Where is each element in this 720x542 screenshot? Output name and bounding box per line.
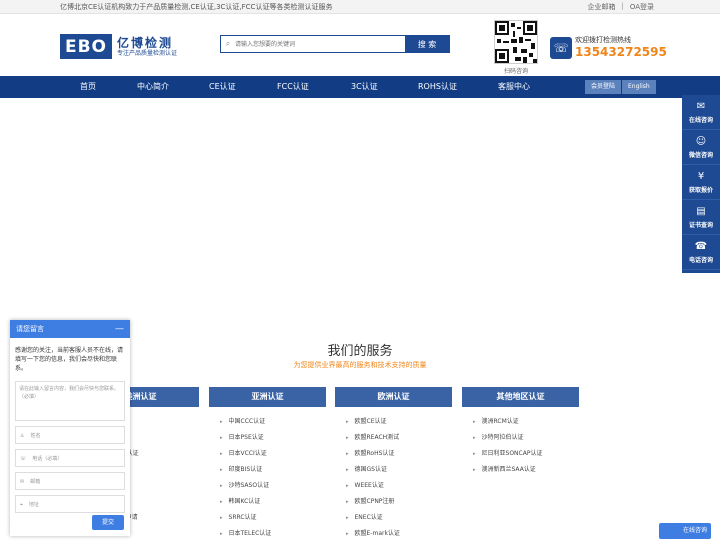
submit-button[interactable]: 提交 <box>92 515 124 530</box>
nav-rohs[interactable]: ROHS认证 <box>418 76 457 98</box>
english-button[interactable]: English <box>622 80 656 94</box>
yen-icon: ¥ <box>697 170 705 182</box>
chat-header: 请您留言 — <box>10 320 130 338</box>
location-icon: ⌖ <box>20 502 23 508</box>
top-links: 企业邮箱 | OA登录 <box>587 2 654 12</box>
list-item[interactable]: 欧盟RoHS认证 <box>346 446 400 462</box>
name-field[interactable]: ♙ 姓名 <box>15 426 125 444</box>
qr-caption: 扫码咨询 <box>503 68 528 75</box>
oa-login-link[interactable]: OA登录 <box>630 2 654 12</box>
qr-code <box>494 20 538 64</box>
main-nav: 首页 中心简介 CE认证 FCC认证 3C认证 ROHS认证 客服中心 会员登陆… <box>0 76 720 98</box>
sidebar-item-online[interactable]: ✉ 在线咨询 <box>682 95 720 130</box>
chat-message: 感谢您的关注，当前客服人员不在线，请填写一下您的信息，我们会尽快和您联系。 <box>15 347 124 372</box>
list-item[interactable]: 印度BIS认证 <box>220 462 271 478</box>
list-item[interactable]: 澳洲新西兰SAA认证 <box>473 462 542 478</box>
chat-icon: ✉ <box>696 100 706 112</box>
tab-asia[interactable]: 亚洲认证 <box>209 387 326 407</box>
tab-other[interactable]: 其他地区认证 <box>462 387 579 407</box>
search-icon: ⌕ <box>225 39 231 48</box>
email-field[interactable]: ✉ 邮箱 <box>15 472 125 490</box>
nav-home[interactable]: 首页 <box>80 76 96 98</box>
minimize-icon[interactable]: — <box>115 320 124 338</box>
list-item[interactable]: 日本PSE认证 <box>220 430 271 446</box>
top-links-separator: | <box>621 2 624 10</box>
sidebar-item-wechat[interactable]: ☺ 微信咨询 <box>682 130 720 165</box>
list-item[interactable]: 欧盟CE认证 <box>346 414 400 430</box>
europe-list: 欧盟CE认证 欧盟REACH测试 欧盟RoHS认证 德国GS认证 WEEE认证 … <box>346 414 400 542</box>
message-textarea[interactable]: 请在此输入留言内容，我们会尽快与您联系。（必填） <box>15 381 125 421</box>
online-consult-button[interactable]: 在线咨询 <box>659 523 711 539</box>
search-button[interactable]: 搜 索 <box>405 36 449 52</box>
nav-ce[interactable]: CE认证 <box>209 76 236 98</box>
nav-service[interactable]: 客服中心 <box>498 76 530 98</box>
other-list: 澳洲RCM认证 沙特阿拉伯认证 尼日利亚SONCAP认证 澳洲新西兰SAA认证 <box>473 414 543 478</box>
phone-field[interactable]: ☏ 电话（必填） <box>15 449 125 467</box>
site-slogan: 亿博北京CE认证机构致力于产品质量检测,CE认证,3C认证,FCC认证等各类检测… <box>60 3 333 11</box>
list-item[interactable]: 德国GS认证 <box>346 462 400 478</box>
list-item[interactable]: 澳洲RCM认证 <box>473 414 542 430</box>
address-field[interactable]: ⌖ 地址 <box>15 495 125 513</box>
mail-icon: ✉ <box>20 479 25 485</box>
chat-title: 请您留言 <box>16 325 44 333</box>
list-item[interactable]: 中国CCC认证 <box>220 414 271 430</box>
hotline-label: 欢迎拨打检测热线 <box>575 36 631 44</box>
nav-3c[interactable]: 3C认证 <box>351 76 378 98</box>
floating-sidebar: ✉ 在线咨询 ☺ 微信咨询 ¥ 获取报价 ▤ 证书查询 ☎ 电话咨询 <box>682 95 720 273</box>
phone-icon: ☎ <box>694 240 708 252</box>
user-icon: ♙ <box>20 433 25 439</box>
nav-fcc[interactable]: FCC认证 <box>277 76 309 98</box>
nav-about[interactable]: 中心简介 <box>137 76 169 98</box>
logo-tagline: 专注产品质量检测认证 <box>117 49 178 57</box>
list-item[interactable]: ENEC认证 <box>346 510 400 526</box>
search-bar: ⌕ 搜 索 <box>220 35 450 53</box>
list-item[interactable]: 沙特阿拉伯认证 <box>473 430 542 446</box>
logo-mark: EBO <box>60 34 112 59</box>
list-item[interactable]: SRRC认证 <box>220 510 271 526</box>
site-logo[interactable]: EBO 亿博检测 专注产品质量检测认证 <box>60 34 177 59</box>
asia-list: 中国CCC认证 日本PSE认证 日本VCCI认证 印度BIS认证 沙特SASO认… <box>220 414 272 542</box>
hotline: ☏ 欢迎拨打检测热线 13543272595 <box>550 36 667 59</box>
list-item[interactable]: 韩国KC认证 <box>220 494 271 510</box>
sidebar-item-cert[interactable]: ▤ 证书查询 <box>682 200 720 235</box>
list-item[interactable]: 欧盟CPNP注册 <box>346 494 400 510</box>
phone-icon: ☏ <box>550 36 572 59</box>
tab-europe[interactable]: 欧洲认证 <box>335 387 452 407</box>
member-login-button[interactable]: 会员登陆 <box>585 80 622 94</box>
phone-icon: ☏ <box>20 456 27 462</box>
chat-widget: 请您留言 — 感谢您的关注，当前客服人员不在线，请填写一下您的信息，我们会尽快和… <box>10 320 130 536</box>
wechat-icon: ☺ <box>695 135 707 147</box>
corporate-mail-link[interactable]: 企业邮箱 <box>587 2 615 12</box>
top-bar: 亿博北京CE认证机构致力于产品质量检测,CE认证,3C认证,FCC认证等各类检测… <box>0 0 720 14</box>
list-item[interactable]: 沙特SASO认证 <box>220 478 271 494</box>
sidebar-item-quote[interactable]: ¥ 获取报价 <box>682 165 720 200</box>
list-item[interactable]: WEEE认证 <box>346 478 400 494</box>
sidebar-item-phone[interactable]: ☎ 电话咨询 <box>682 235 720 270</box>
list-item[interactable]: 尼日利亚SONCAP认证 <box>473 446 543 462</box>
list-item[interactable]: 欧盟REACH测试 <box>346 430 400 446</box>
search-input[interactable] <box>235 36 405 52</box>
logo-name: 亿博检测 <box>117 35 174 50</box>
search-doc-icon: ▤ <box>696 205 706 217</box>
list-item[interactable]: 日本VCCI认证 <box>220 446 271 462</box>
hotline-number: 13543272595 <box>575 45 667 59</box>
